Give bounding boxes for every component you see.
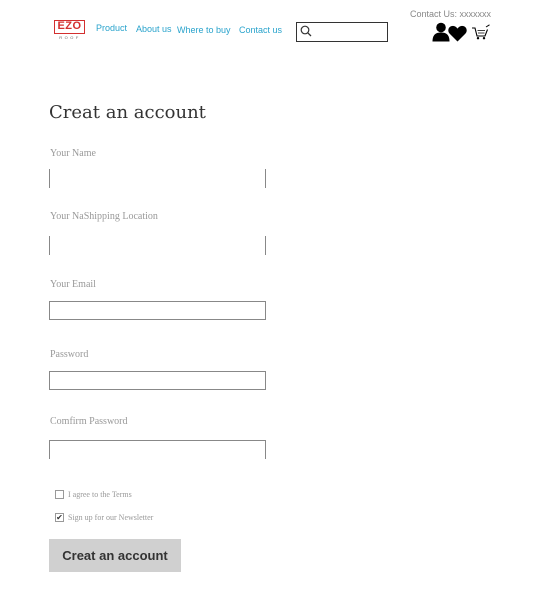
nav-contact-us[interactable]: Contact us — [239, 25, 282, 35]
create-account-button[interactable]: Creat an account — [49, 539, 181, 572]
favorites-icon[interactable] — [448, 25, 467, 42]
nav-about-us[interactable]: About us — [136, 24, 172, 34]
email-label: Your Email — [50, 279, 96, 290]
brand-logo[interactable]: EZO ROOF — [54, 19, 86, 40]
search-icon[interactable] — [300, 25, 312, 37]
confirm-password-label: Comfirm Password — [50, 416, 128, 427]
location-label: Your NaShipping Location — [50, 211, 158, 222]
nav-product[interactable]: Product — [96, 23, 127, 33]
location-field[interactable] — [49, 236, 266, 255]
cart-icon[interactable] — [471, 24, 490, 40]
name-label: Your Name — [50, 148, 96, 159]
logo-subtitle: ROOF — [59, 35, 81, 40]
nav-where-to-buy[interactable]: Where to buy — [177, 25, 231, 35]
name-field[interactable] — [49, 169, 266, 188]
newsletter-checkbox[interactable]: ✔ — [55, 513, 64, 522]
logo-mark: EZO — [54, 20, 85, 34]
email-field[interactable] — [49, 301, 266, 320]
password-label: Password — [50, 349, 89, 360]
password-field[interactable] — [49, 371, 266, 390]
contact-phone: Contact Us: xxxxxxx — [410, 9, 492, 19]
confirm-password-field[interactable] — [49, 440, 266, 459]
newsletter-label: Sign up for our Newsletter — [68, 513, 154, 522]
terms-checkbox[interactable] — [55, 490, 64, 499]
terms-label: I agree to the Terms — [68, 490, 132, 499]
page-title: Creat an account — [49, 102, 206, 123]
